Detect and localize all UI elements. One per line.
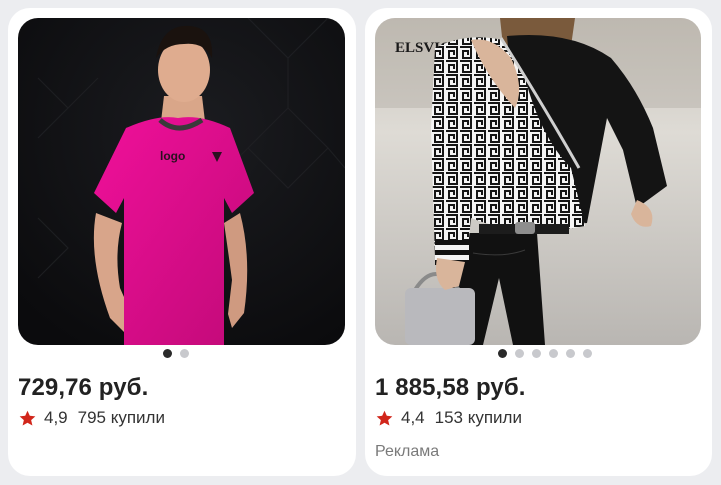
product-grid: logo 729,76 руб. 4,9 795 купили ELSVIOS … [0, 0, 721, 485]
gallery-dot[interactable] [162, 349, 172, 358]
star-icon [376, 410, 393, 426]
product-card-2[interactable]: ELSVIOS 1 885,58 руб. 4,4 153 купили Рек… [365, 8, 712, 476]
product-meta: 4,4 153 купили [375, 408, 522, 428]
product-rating: 4,9 [44, 408, 68, 427]
product-price: 729,76 руб. [18, 374, 149, 401]
product-card-1[interactable]: logo 729,76 руб. 4,9 795 купили [8, 8, 356, 476]
gallery-dot[interactable] [515, 349, 524, 358]
product-photo-patterned-blouse: ELSVIOS [375, 18, 701, 345]
gallery-dot[interactable] [498, 349, 507, 358]
product-photo-pink-tshirt: logo [18, 18, 345, 345]
gallery-dots [8, 349, 356, 358]
shirt-print: logo [160, 149, 185, 163]
gallery-dots [365, 349, 712, 358]
gallery-dot[interactable] [532, 349, 541, 358]
product-price: 1 885,58 руб. [375, 374, 526, 401]
product-image[interactable]: logo [18, 18, 345, 345]
gallery-dot[interactable] [566, 349, 575, 358]
star-icon [19, 410, 36, 426]
ad-label: Реклама [375, 443, 440, 460]
product-image[interactable]: ELSVIOS [375, 18, 701, 345]
gallery-dot[interactable] [583, 349, 592, 358]
product-purchases: 795 купили [77, 408, 165, 427]
product-meta: 4,9 795 купили [18, 408, 165, 428]
gallery-dot[interactable] [179, 349, 189, 358]
product-purchases: 153 купили [434, 408, 522, 427]
product-rating: 4,4 [401, 408, 425, 427]
gallery-dot[interactable] [549, 349, 558, 358]
